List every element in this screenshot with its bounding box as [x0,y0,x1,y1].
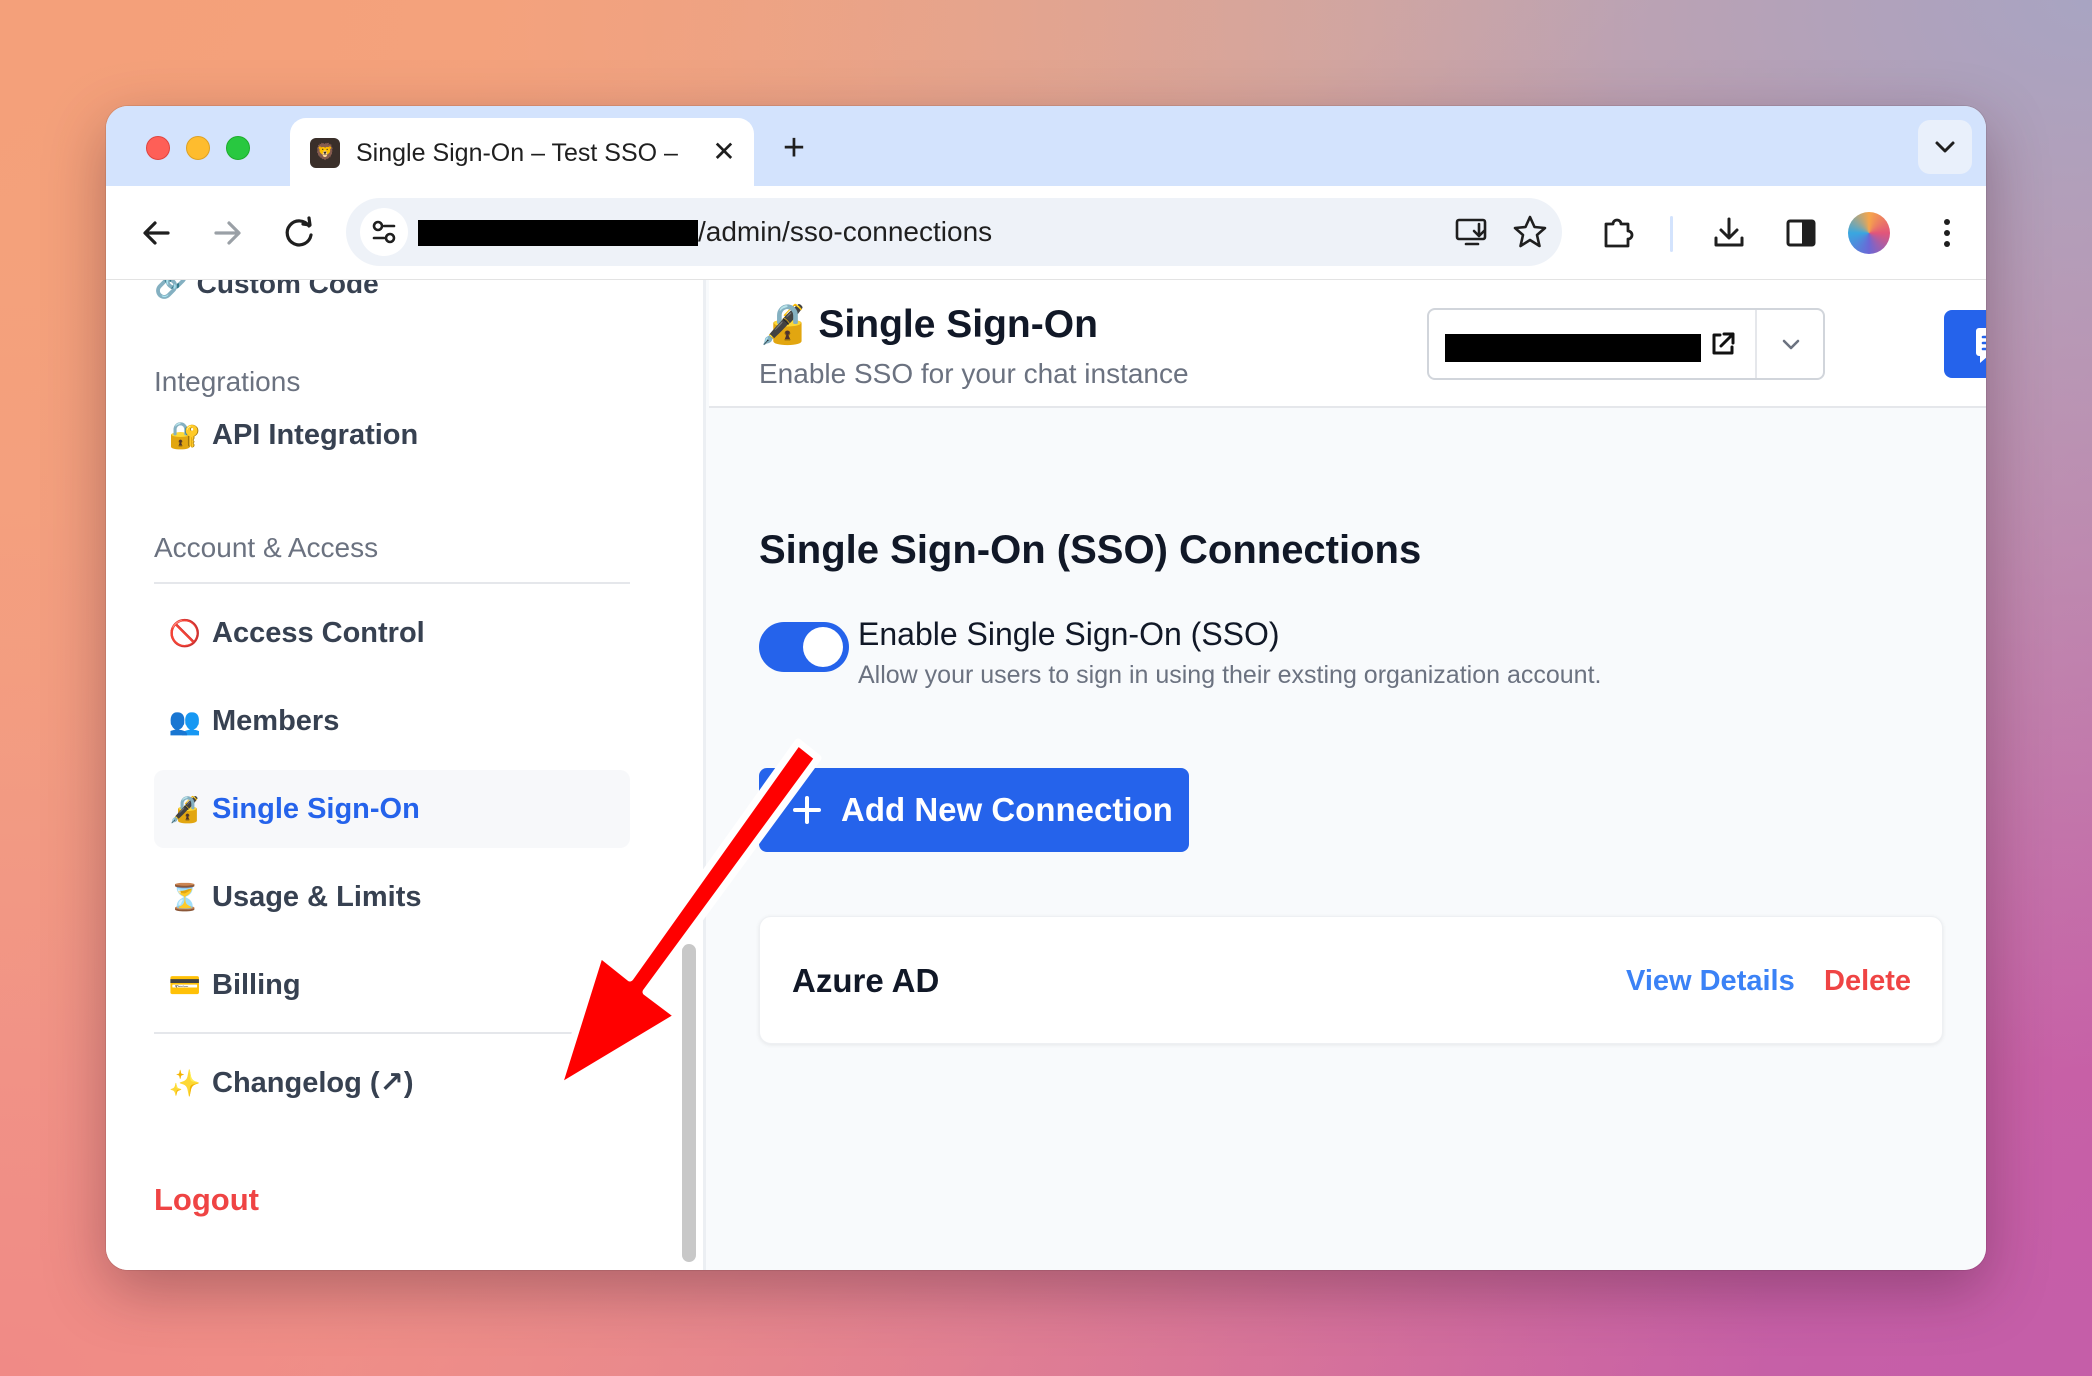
redacted-domain [418,220,698,246]
sidebar-item-access-control[interactable]: 🚫 Access Control [154,594,630,672]
credit-card-icon: 💳 [168,970,202,1000]
toolbar-divider [1670,216,1673,252]
hourglass-icon: ⏳ [168,882,202,912]
sidebar-item-label: Single Sign-On [212,793,420,825]
install-app-icon[interactable] [1452,212,1492,252]
selector-divider [1755,310,1757,378]
delete-link[interactable]: Delete [1824,961,1911,1001]
tab-search-button[interactable] [1918,120,1972,174]
browser-window: 🦁 Single Sign-On – Test SSO – ✕ + /admin… [106,106,1986,1270]
sidebar-item-label: Members [212,705,340,737]
side-panel-icon[interactable] [1778,210,1824,256]
sidebar-item-label: Usage & Limits [212,881,422,913]
kebab-menu-icon[interactable] [1924,210,1970,256]
page-title: 🔏 Single Sign-On [759,303,1098,346]
star-icon[interactable] [1510,212,1550,252]
view-details-link[interactable]: View Details [1626,961,1795,1001]
site-info-button[interactable] [360,208,408,256]
chevron-down-icon[interactable] [1775,328,1807,360]
tab-close-icon[interactable]: ✕ [708,136,740,168]
sso-toggle-description: Allow your users to sign in using their … [858,661,1602,689]
prohibited-icon: 🚫 [168,618,202,648]
chat-button[interactable] [1944,310,1986,378]
sidebar-item-label: Changelog (↗) [212,1067,414,1099]
maximize-window-button[interactable] [226,136,250,160]
page-subtitle: Enable SSO for your chat instance [759,358,1189,389]
tab-strip: 🦁 Single Sign-On – Test SSO – ✕ + [106,106,1986,186]
profile-avatar[interactable] [1848,212,1890,254]
sso-toggle[interactable] [759,622,849,672]
sidebar-item-label: API Integration [212,419,419,451]
toggle-knob [803,627,843,667]
sidebar-item-label: Access Control [212,617,425,649]
sidebar-section-integrations: Integrations [154,366,301,397]
pen-lock-icon: 🔏 [168,794,202,824]
puzzle-icon[interactable] [1596,210,1642,256]
tune-icon [372,220,396,244]
tab-title: Single Sign-On – Test SSO – [356,139,678,167]
sidebar-item-api-integration[interactable]: 🔐 API Integration [154,396,630,474]
arrow-left-icon[interactable] [134,210,180,256]
instance-selector[interactable] [1427,308,1825,380]
close-window-button[interactable] [146,136,170,160]
sidebar-section-account-access: Account & Access [154,532,379,563]
logout-link[interactable]: Logout [154,1180,259,1220]
sidebar-divider [154,582,630,584]
add-new-connection-label: Add New Connection [841,791,1173,828]
redacted-instance-name [1445,334,1701,362]
page-header: 🔏 Single Sign-On Enable SSO for your cha… [709,280,1986,408]
chat-icon [1976,328,1986,363]
annotation-arrow-icon [554,738,822,1092]
sidebar-item-custom-code-partial[interactable]: 🔗 Custom Code [154,280,379,302]
browser-toolbar: /admin/sso-connections [106,186,1986,280]
chevron-down-icon [1935,141,1955,153]
connection-card: Azure AD View Details Delete [759,916,1943,1044]
sidebar-item-label: Billing [212,969,301,1001]
minimize-window-button[interactable] [186,136,210,160]
tab-favicon-icon: 🦁 [310,138,340,168]
arrow-right-icon[interactable] [204,210,250,256]
sparkles-icon: ✨ [168,1068,202,1098]
browser-tab-active[interactable]: 🦁 Single Sign-On – Test SSO – ✕ [290,118,754,186]
new-tab-button[interactable]: + [774,128,814,168]
external-link-icon[interactable] [1705,326,1741,362]
section-title: Single Sign-On (SSO) Connections [759,528,1422,572]
sso-toggle-label: Enable Single Sign-On (SSO) [858,616,1280,652]
lock-key-icon: 🔐 [168,420,202,450]
reload-icon[interactable] [276,210,322,256]
url-path: /admin/sso-connections [698,216,993,247]
page-content: 🔗 Custom Code Integrations 🔐 API Integra… [106,280,1986,1270]
download-icon[interactable] [1706,210,1752,256]
users-icon: 👥 [168,706,202,736]
address-bar[interactable]: /admin/sso-connections [346,198,1562,266]
